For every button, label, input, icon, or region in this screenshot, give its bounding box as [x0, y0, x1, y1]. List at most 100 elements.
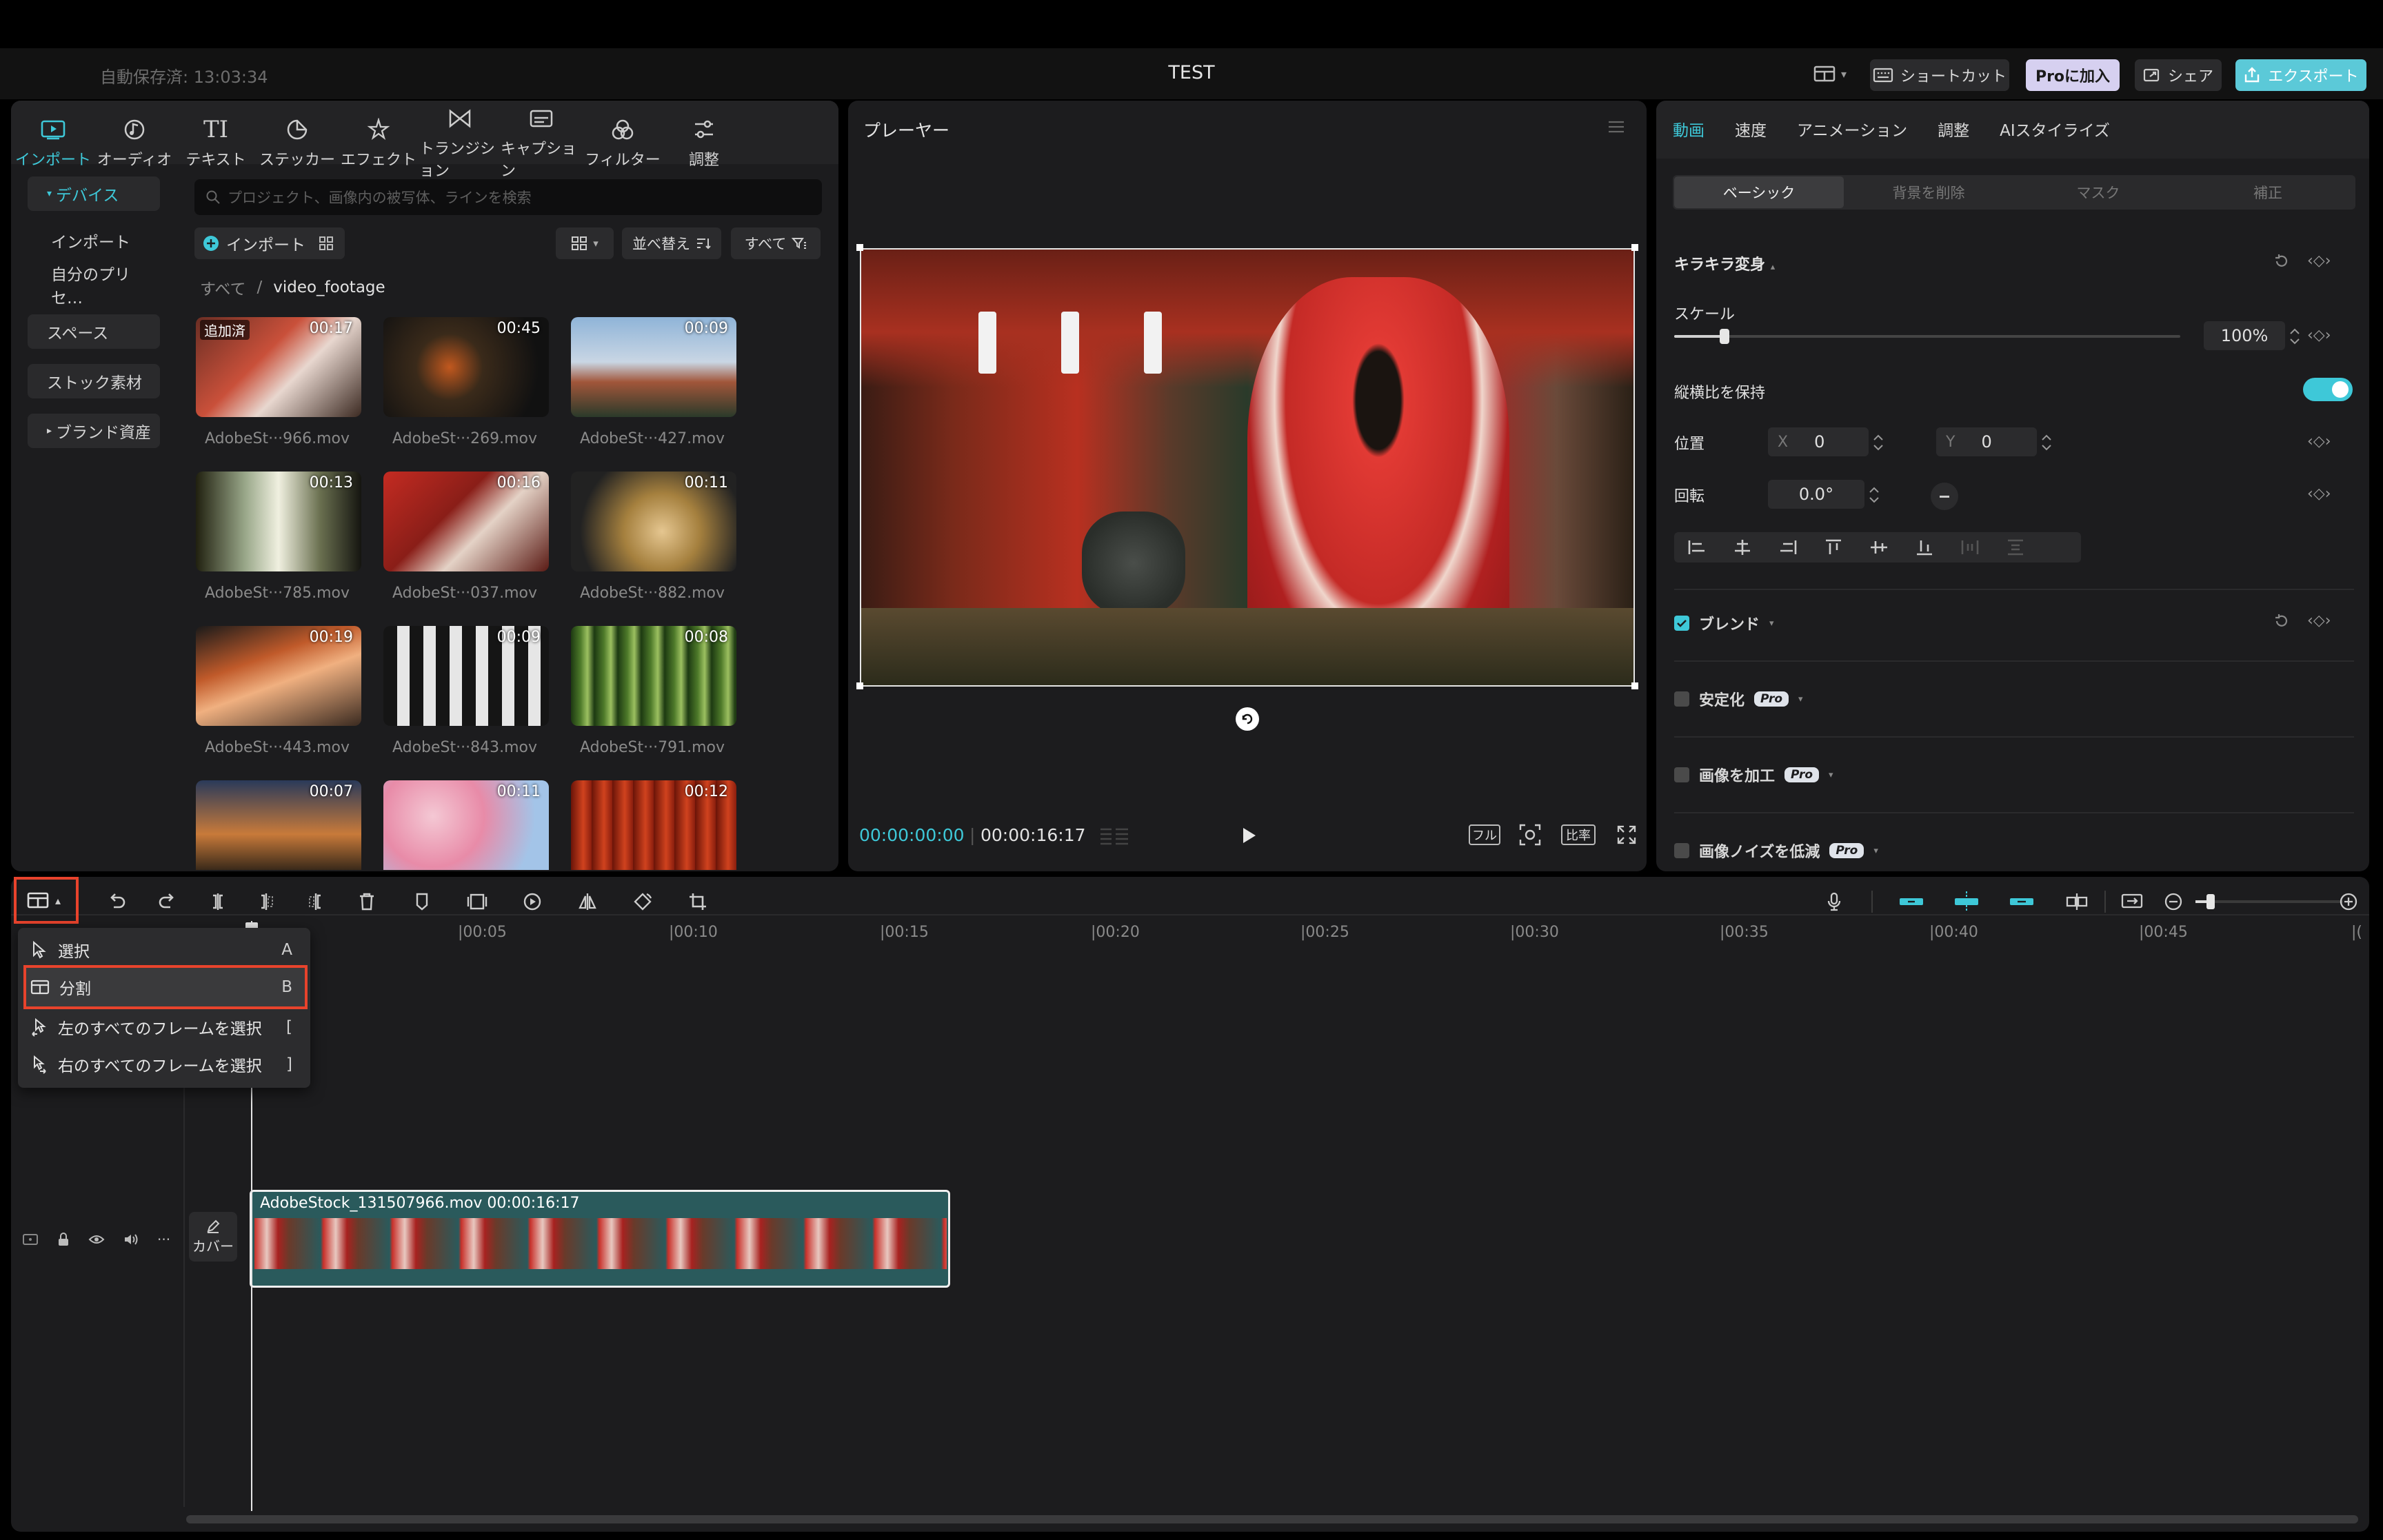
lock-icon[interactable] [57, 1232, 70, 1247]
keyframe-nav-icon[interactable]: ‹◇› [2307, 433, 2331, 450]
trim-right-icon[interactable] [302, 888, 330, 915]
menu-item-select-right[interactable]: 右のすべてのフレームを選択 ] [23, 1046, 305, 1082]
tab-animation[interactable]: アニメーション [1797, 117, 1907, 141]
media-clip-thumbnail[interactable]: 00:12 [571, 780, 736, 870]
play-icon[interactable] [1240, 826, 1258, 845]
denoise-section[interactable]: 画像ノイズを低減 Pro ▾ [1674, 840, 1878, 862]
timeline-scrollbar[interactable] [186, 1515, 2358, 1523]
view-mode-button[interactable]: ▾ [556, 227, 614, 259]
expand-icon[interactable] [1616, 824, 1637, 845]
freeze-frame-icon[interactable] [463, 888, 491, 915]
sidebar-item-stock[interactable]: ストック素材 [28, 364, 160, 398]
export-button[interactable]: エクスポート [2235, 59, 2366, 91]
align-right-icon[interactable] [1778, 538, 1798, 557]
scale-value-input[interactable]: 100% [2204, 321, 2285, 350]
auto-snap-icon[interactable] [1953, 888, 1980, 915]
media-clip-thumbnail[interactable]: 00:09 [383, 626, 549, 726]
rotation-dial-icon[interactable] [1931, 483, 1958, 510]
stabilize-checkbox[interactable] [1674, 691, 1689, 707]
fullscreen-mode-button[interactable]: フル [1469, 824, 1500, 845]
share-button[interactable]: シェア [2135, 59, 2222, 91]
align-top-icon[interactable] [1823, 538, 1844, 557]
marker-icon[interactable] [408, 888, 436, 915]
tool-audio[interactable]: オーディオ [94, 116, 175, 170]
stepper-icon[interactable] [1867, 483, 1881, 507]
mirror-icon[interactable] [574, 888, 601, 915]
sort-button[interactable]: 並べ替え [622, 227, 721, 259]
tool-transition[interactable]: トランジション [419, 105, 501, 181]
tool-sticker[interactable]: ステッカー [257, 116, 338, 170]
menu-item-select-left[interactable]: 左のすべてのフレームを選択 [ [23, 1009, 305, 1045]
rotate-icon[interactable] [629, 888, 656, 915]
align-bottom-icon[interactable] [1914, 538, 1935, 557]
redo-icon[interactable] [153, 888, 181, 915]
zoom-slider[interactable] [2195, 894, 2343, 909]
crop-handle[interactable] [856, 244, 863, 251]
eye-icon[interactable] [88, 1233, 105, 1246]
media-clip-thumbnail[interactable]: 00:09 [571, 317, 736, 417]
align-center-v-icon[interactable] [1869, 538, 1889, 557]
crop-handle[interactable] [856, 682, 863, 689]
snap-main-track-icon[interactable] [1898, 888, 1925, 915]
timeline-video-clip[interactable]: AdobeStock_131507966.mov 00:00:16:17 [250, 1190, 950, 1288]
stepper-icon[interactable] [2040, 430, 2053, 455]
scale-slider-knob[interactable] [1720, 329, 1730, 344]
split-clip-icon[interactable] [204, 888, 232, 915]
more-icon[interactable]: ··· [157, 1231, 170, 1248]
position-x-input[interactable]: X0 [1768, 427, 1869, 456]
stepper-icon[interactable] [2288, 324, 2302, 349]
zoom-slider-knob[interactable] [2206, 894, 2215, 909]
tab-ai-stylize[interactable]: AIスタイライズ [2000, 117, 2110, 141]
cover-button[interactable]: カバー [189, 1212, 237, 1262]
layout-menu-button[interactable]: ▾ [1813, 65, 1847, 83]
tool-import[interactable]: インポート [12, 116, 94, 170]
shortcut-button[interactable]: ショートカット [1870, 59, 2009, 91]
keyframe-nav-icon[interactable]: ‹◇› [2307, 612, 2331, 629]
sidebar-item-brand[interactable]: ▸ ブランド資産 [28, 414, 160, 448]
subtab-correction[interactable]: 補正 [2183, 176, 2353, 208]
reverse-play-icon[interactable] [519, 888, 546, 915]
undo-icon[interactable] [103, 888, 131, 915]
timecode-grid-icon[interactable] [1099, 826, 1129, 845]
media-clip-thumbnail[interactable]: 00:16 [383, 472, 549, 571]
zoom-out-icon[interactable] [2160, 888, 2187, 915]
denoise-checkbox[interactable] [1674, 843, 1689, 858]
position-y-input[interactable]: Y0 [1936, 427, 2037, 456]
media-search-input[interactable]: プロジェクト、画像内の被写体、ラインを検索 [194, 179, 822, 215]
aspect-ratio-button[interactable]: 比率 [1561, 824, 1596, 845]
blend-section[interactable]: ブレンド ▾ [1674, 612, 1774, 634]
stabilize-section[interactable]: 安定化 Pro ▾ [1674, 688, 1803, 710]
reset-icon[interactable] [2273, 252, 2291, 270]
menu-item-split[interactable]: 分割 B [23, 965, 308, 1009]
filter-all-button[interactable]: すべて [731, 227, 821, 259]
align-left-icon[interactable] [1687, 538, 1707, 557]
tab-video[interactable]: 動画 [1673, 117, 1705, 141]
join-pro-button[interactable]: Proに加入 [2026, 59, 2120, 91]
sidebar-item-import[interactable]: インポート [28, 223, 160, 258]
trim-left-icon[interactable] [252, 888, 280, 915]
sidebar-item-presets[interactable]: 自分のプリセ… [28, 266, 160, 307]
media-clip-thumbnail[interactable]: 追加済 00:17 [196, 317, 361, 417]
media-clip-thumbnail[interactable]: 00:11 [571, 472, 736, 571]
subtab-mask[interactable]: マスク [2013, 176, 2183, 208]
video-preview[interactable] [860, 248, 1635, 687]
crop-handle[interactable] [1631, 244, 1638, 251]
tab-adjust[interactable]: 調整 [1938, 117, 1969, 141]
media-clip-thumbnail[interactable]: 00:19 [196, 626, 361, 726]
media-clip-thumbnail[interactable]: 00:08 [571, 626, 736, 726]
tab-speed[interactable]: 速度 [1735, 117, 1767, 141]
menu-item-select[interactable]: 選択 A [23, 932, 305, 968]
media-clip-thumbnail[interactable]: 00:11 [383, 780, 549, 870]
fit-timeline-icon[interactable] [2118, 888, 2146, 915]
media-clip-thumbnail[interactable]: 00:45 [383, 317, 549, 417]
keep-ratio-toggle[interactable] [2303, 378, 2353, 401]
scale-slider[interactable] [1674, 329, 2180, 344]
track-type-icon[interactable] [22, 1233, 39, 1246]
timeline-ruler[interactable] [185, 914, 2368, 955]
sidebar-item-space[interactable]: スペース [28, 314, 160, 349]
breadcrumb-root[interactable]: すべて [200, 276, 245, 299]
enhance-checkbox[interactable] [1674, 767, 1689, 782]
keyframe-nav-icon[interactable]: ‹◇› [2307, 485, 2331, 503]
tool-adjust[interactable]: 調整 [663, 116, 745, 170]
rotation-input[interactable]: 0.0° [1768, 480, 1864, 509]
